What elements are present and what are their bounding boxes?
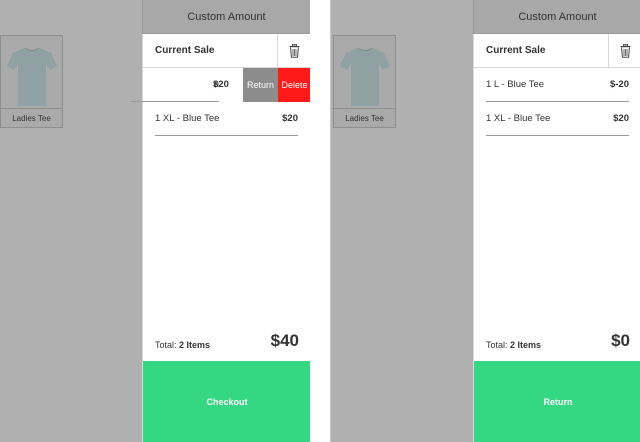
custom-amount-tab[interactable]: Custom Amount bbox=[142, 0, 310, 34]
sale-header: Current Sale bbox=[143, 34, 310, 68]
delete-item-button[interactable]: Delete bbox=[278, 68, 310, 102]
product-tile-ladies-tee[interactable]: Ladies Tee bbox=[0, 35, 63, 128]
sale-title: Current Sale bbox=[486, 45, 546, 56]
product-tile-label: Ladies Tee bbox=[1, 108, 62, 127]
custom-amount-tab[interactable]: Custom Amount bbox=[473, 0, 640, 34]
sale-header: Current Sale bbox=[474, 34, 640, 68]
trash-icon bbox=[620, 44, 631, 58]
t-shirt-icon bbox=[340, 47, 390, 106]
checkout-button[interactable]: Checkout bbox=[143, 361, 310, 442]
total-prefix: Total: bbox=[155, 340, 177, 350]
line-item-price: $20 bbox=[613, 113, 629, 124]
line-item-price: $20 bbox=[282, 113, 298, 124]
total-row: Total: 2 Items $0 bbox=[474, 326, 640, 360]
total-item-count: 2 Items bbox=[510, 340, 542, 350]
return-button[interactable]: Return bbox=[474, 361, 640, 442]
total-label: Total: 2 Items bbox=[486, 340, 541, 350]
product-tile-label: Ladies Tee bbox=[334, 108, 395, 127]
current-sale-panel: Current Sale e $20 Return Delete 1 XL - … bbox=[131, 34, 310, 442]
trash-icon bbox=[289, 44, 300, 58]
line-item[interactable]: 1 L - Blue Tee $-20 bbox=[486, 68, 629, 102]
total-row: Total: 2 Items $40 bbox=[143, 326, 310, 360]
pos-screen-checkout: Custom Amount Ladies Tee Current Sale e … bbox=[0, 0, 310, 442]
total-item-count: 2 Items bbox=[179, 340, 211, 350]
product-tile-ladies-tee[interactable]: Ladies Tee bbox=[333, 35, 396, 128]
line-item[interactable]: 1 XL - Blue Tee $20 bbox=[155, 102, 298, 136]
total-label: Total: 2 Items bbox=[155, 340, 210, 350]
current-sale-panel: Current Sale 1 L - Blue Tee $-20 1 XL - … bbox=[473, 34, 640, 442]
t-shirt-icon bbox=[7, 47, 57, 106]
line-item-name: 1 XL - Blue Tee bbox=[486, 113, 551, 124]
line-item-price: $-20 bbox=[609, 79, 629, 90]
line-item-price: $20 bbox=[213, 79, 229, 90]
line-item-name: 1 L - Blue Tee bbox=[486, 79, 545, 90]
clear-sale-button[interactable] bbox=[277, 34, 310, 68]
total-amount: $0 bbox=[611, 331, 630, 350]
sale-title: Current Sale bbox=[155, 45, 215, 56]
clear-sale-button[interactable] bbox=[608, 34, 640, 68]
total-amount: $40 bbox=[270, 331, 299, 350]
total-prefix: Total: bbox=[486, 340, 508, 350]
return-item-button[interactable]: Return bbox=[243, 68, 278, 102]
pos-screen-return: Custom Amount Ladies Tee Current Sale 1 … bbox=[330, 0, 640, 442]
line-item[interactable]: 1 XL - Blue Tee $20 bbox=[486, 102, 629, 136]
line-item-name: 1 XL - Blue Tee bbox=[155, 113, 220, 124]
